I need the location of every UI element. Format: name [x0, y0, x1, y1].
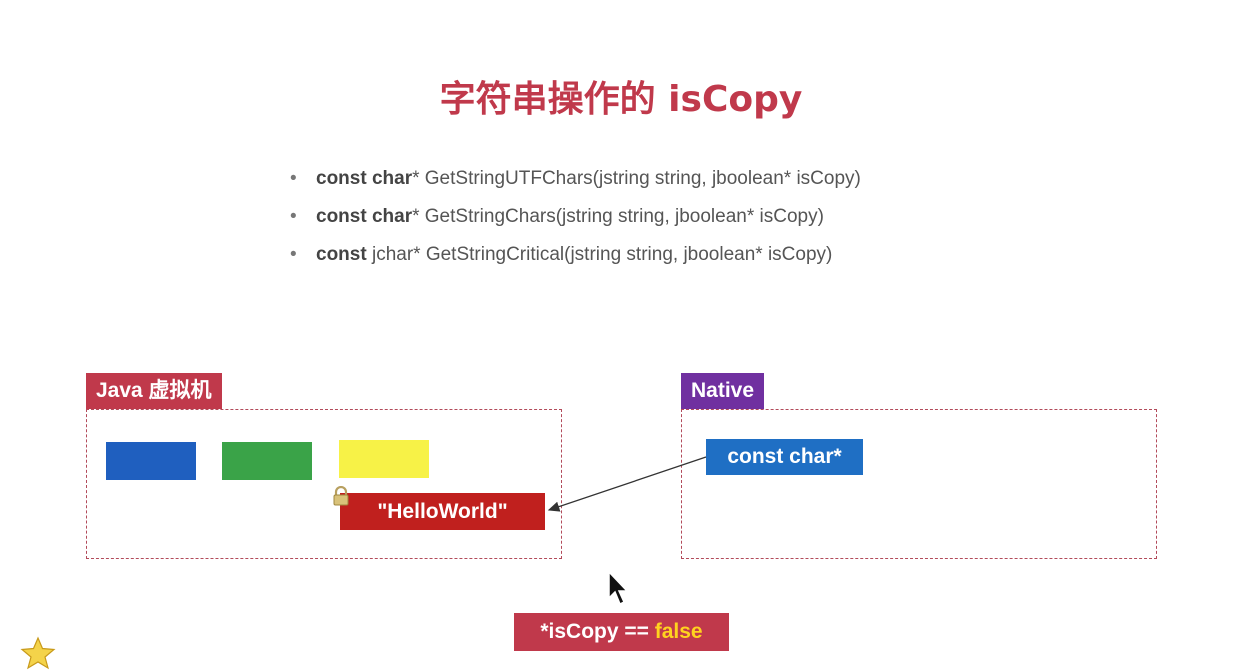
java-string-box: "HelloWorld" [340, 493, 545, 530]
list-item-keyword: const [316, 244, 367, 265]
list-item-text: * GetStringChars(jstring string, jboolea… [412, 206, 824, 227]
bullet-icon: • [290, 168, 297, 189]
page-title: 字符串操作的 isCopy [439, 79, 803, 120]
list-item-text: jchar* GetStringCritical(jstring string,… [366, 244, 833, 265]
memory-block-green [222, 442, 312, 480]
list-item-text: * GetStringUTFChars(jstring string, jboo… [412, 168, 861, 189]
list-item-keyword: const char [316, 168, 413, 189]
memory-block-yellow [339, 440, 429, 478]
list-item: • const jchar* GetStringCritical(jstring … [290, 236, 861, 274]
native-region [681, 409, 1157, 559]
bullet-icon: • [290, 206, 297, 227]
list-item-keyword: const char [316, 206, 413, 227]
jvm-label: Java 虚拟机 [86, 373, 222, 409]
function-list: • const char* GetStringUTFChars(jstring s… [290, 160, 861, 274]
lock-icon [333, 486, 349, 506]
native-label: Native [681, 373, 765, 409]
cursor-icon [608, 570, 629, 606]
iscopy-result: *isCopy == false [514, 613, 729, 651]
native-pointer-box: const char* [706, 439, 863, 475]
memory-block-blue [106, 442, 196, 480]
iscopy-expression: *isCopy == [540, 620, 655, 643]
jvm-region [86, 409, 562, 559]
bullet-icon: • [290, 244, 297, 265]
list-item: • const char* GetStringChars(jstring stri… [290, 198, 861, 236]
list-item: • const char* GetStringUTFChars(jstring s… [290, 160, 861, 198]
iscopy-value: false [654, 620, 703, 643]
